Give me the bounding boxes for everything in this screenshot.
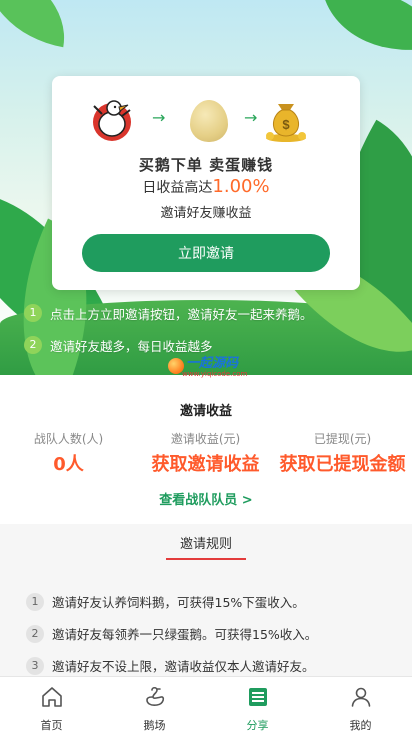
step-item: 1 点击上方立即邀请按钮，邀请好友一起来养鹅。 bbox=[24, 302, 313, 324]
earning-flow: → → $ bbox=[52, 94, 360, 144]
stat-value: 0人 bbox=[53, 454, 84, 475]
leaf-decoration bbox=[323, 0, 412, 72]
home-icon bbox=[41, 687, 62, 707]
promo-headline: 买鹅下单 卖蛋赚钱 bbox=[138, 156, 274, 174]
watermark-text: 一起源码 bbox=[186, 356, 239, 371]
rule-item: 3 邀请好友不设上限，邀请收益仅本人邀请好友。 bbox=[26, 656, 315, 675]
tab-goose-farm[interactable]: 鹅场 bbox=[103, 677, 206, 734]
step-number: 1 bbox=[24, 304, 42, 322]
tab-share[interactable]: 分享 bbox=[206, 677, 309, 734]
stat-label: 战队人数(人) bbox=[33, 432, 104, 446]
tab-home[interactable]: 首页 bbox=[0, 677, 103, 734]
tab-invite-rules[interactable]: 邀请规则 bbox=[0, 533, 412, 552]
watermark-url: www.yiqicode.com bbox=[182, 370, 248, 378]
earnings-title: 邀请收益 bbox=[179, 404, 232, 419]
view-team-members-link[interactable]: 查看战队队员 > bbox=[0, 489, 412, 508]
stat-value: 获取邀请收益 bbox=[151, 454, 260, 475]
rule-item: 2 邀请好友每领养一只绿蛋鹅。可获得15%收入。 bbox=[26, 624, 317, 643]
tab-label: 鹅场 bbox=[143, 719, 166, 732]
stat-label: 邀请收益(元) bbox=[170, 432, 241, 446]
rule-number: 2 bbox=[26, 624, 44, 643]
invite-promo-card: → → $ 买鹅下单 卖蛋赚钱 日收益高达1.00% 邀请好友赚收益 立即邀请 bbox=[52, 76, 360, 290]
user-icon bbox=[351, 687, 370, 707]
invite-now-button[interactable]: 立即邀请 bbox=[82, 234, 330, 272]
egg-icon bbox=[190, 100, 228, 142]
step-text: 点击上方立即邀请按钮，邀请好友一起来养鹅。 bbox=[50, 306, 313, 322]
watermark: 一起源码 www.yiqicode.com bbox=[168, 352, 258, 382]
rule-number: 1 bbox=[26, 592, 44, 611]
active-tab-indicator bbox=[166, 558, 246, 560]
arrow-right-icon: → bbox=[152, 108, 166, 127]
stat-withdrawn: 已提现(元) 获取已提现金额 bbox=[274, 430, 411, 477]
rate-prefix: 日收益高达 bbox=[142, 180, 213, 196]
daily-rate: 日收益高达1.00% bbox=[52, 176, 360, 197]
rule-text: 邀请好友认养饲料鹅，可获得15%下蛋收入。 bbox=[52, 595, 305, 610]
rate-value: 1.00% bbox=[212, 176, 270, 197]
tab-label: 首页 bbox=[40, 719, 63, 732]
bottom-tab-bar: 首页 鹅场 分享 我的 bbox=[0, 676, 412, 734]
share-icon bbox=[248, 688, 267, 706]
tab-mine[interactable]: 我的 bbox=[309, 677, 412, 734]
stat-team-count: 战队人数(人) 0人 bbox=[0, 430, 137, 477]
stat-invite-earnings: 邀请收益(元) 获取邀请收益 bbox=[137, 430, 274, 477]
goose-icon bbox=[93, 100, 131, 141]
svg-text:$: $ bbox=[282, 117, 290, 132]
arrow-right-icon: → bbox=[244, 108, 258, 127]
money-bag-icon: $ bbox=[266, 104, 306, 142]
promo-subline: 邀请好友赚收益 bbox=[160, 206, 252, 221]
rule-item: 1 邀请好友认养饲料鹅，可获得15%下蛋收入。 bbox=[26, 592, 305, 611]
step-number: 2 bbox=[24, 336, 42, 354]
stat-label: 已提现(元) bbox=[313, 432, 372, 446]
stat-value: 获取已提现金额 bbox=[279, 454, 406, 475]
rule-text: 邀请好友每领养一只绿蛋鹅。可获得15%收入。 bbox=[52, 627, 318, 642]
rule-number: 3 bbox=[26, 656, 44, 675]
goose-icon bbox=[145, 686, 164, 706]
leaf-decoration bbox=[0, 0, 76, 48]
tab-label: 分享 bbox=[246, 719, 269, 732]
rule-text: 邀请好友不设上限，邀请收益仅本人邀请好友。 bbox=[52, 659, 315, 674]
tab-label: 我的 bbox=[349, 719, 372, 732]
